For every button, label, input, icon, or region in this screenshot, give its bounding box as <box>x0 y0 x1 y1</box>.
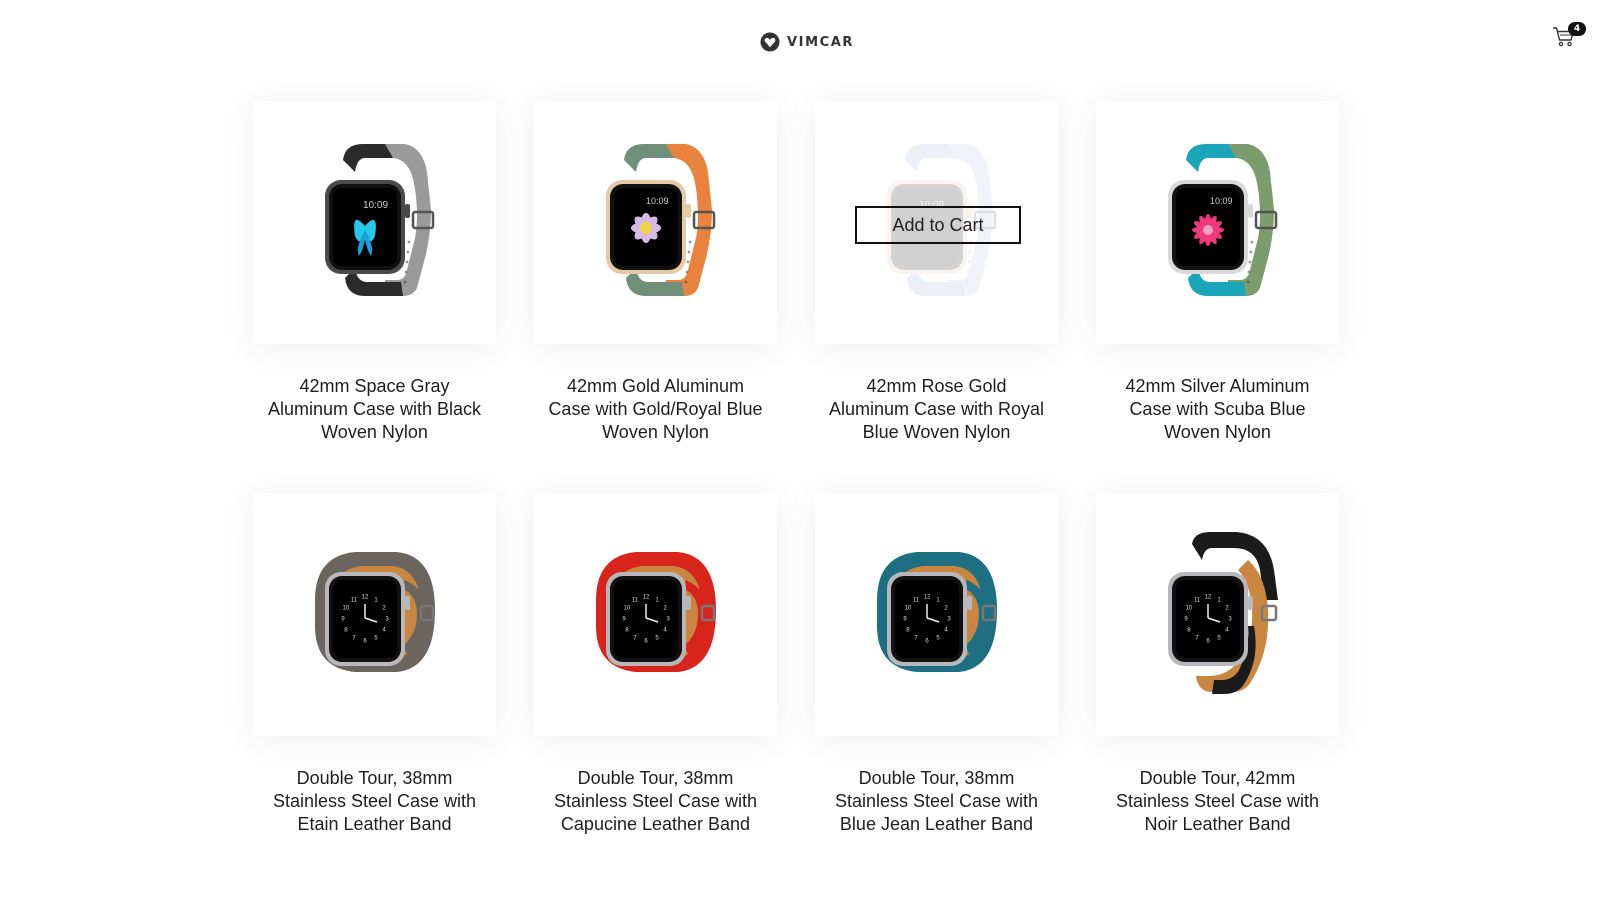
svg-text:11: 11 <box>350 597 357 603</box>
svg-text:10:09: 10:09 <box>1210 196 1233 206</box>
product-item[interactable]: 12 1 2 3 4 5 6 7 8 9 10 11 Double Tour, 38mm Stainl… <box>253 493 496 885</box>
product-name[interactable]: Double Tour, 38mm Stainless Steel Case w… <box>253 767 496 836</box>
svg-text:12: 12 <box>361 594 368 600</box>
svg-text:10: 10 <box>904 605 911 611</box>
product-grid: 10:09 42mm Space Gray Aluminum Case with… <box>253 101 1339 885</box>
product-item[interactable]: 10:09 42mm Space Gray Aluminum Case with… <box>253 101 496 493</box>
watch-image: 12 1234567891011 <box>876 551 997 672</box>
product-item[interactable]: 12 1 2 3 4 5 6 7 8 9 10 11 Double Tour, 38mm Stainl… <box>534 493 777 885</box>
product-name[interactable]: 42mm Space Gray Aluminum Case with Black… <box>253 375 496 444</box>
svg-text:12: 12 <box>1204 594 1211 600</box>
brand-logo[interactable]: VIMCAR <box>760 31 854 53</box>
product-item[interactable]: 10:09 42mm Gold Aluminum Case with Gold/… <box>534 101 777 493</box>
product-name[interactable]: Double Tour, 38mm Stainless Steel Case w… <box>815 767 1058 836</box>
product-item[interactable]: 12 1 2 3 4 5 6 7 8 9 10 11 Double Tour, 42mm Stainl… <box>1096 493 1339 885</box>
svg-text:11: 11 <box>1193 597 1200 603</box>
svg-text:12: 12 <box>923 594 930 600</box>
product-name[interactable]: Double Tour, 42mm Stainless Steel Case w… <box>1096 767 1339 836</box>
product-item[interactable]: 10:09 42mm Silver Aluminum Case with Scu… <box>1096 101 1339 493</box>
svg-text:12: 12 <box>642 594 649 600</box>
svg-text:10:09: 10:09 <box>363 200 388 211</box>
product-image-card[interactable]: 10:09 <box>534 101 777 344</box>
product-name[interactable]: Double Tour, 38mm Stainless Steel Case w… <box>534 767 777 836</box>
product-image-card[interactable]: 10:09 <box>1096 101 1339 344</box>
watch-image: 12 1234567891011 <box>1167 531 1278 694</box>
watch-image: 12 1234567891011 <box>314 551 435 672</box>
product-name[interactable]: 42mm Rose Gold Aluminum Case with Royal … <box>815 375 1058 444</box>
product-image-card[interactable]: 12 1 2 3 4 5 6 7 8 9 10 11 <box>815 493 1058 736</box>
header: VIMCAR 4 <box>0 0 1600 80</box>
svg-text:10: 10 <box>342 605 349 611</box>
product-image-card[interactable]: 10:09 Add to Cart <box>815 101 1058 344</box>
product-item[interactable]: 10:09 Add to Cart 42mm Rose Gold Aluminum… <box>815 101 1058 493</box>
product-name[interactable]: 42mm Silver Aluminum Case with Scuba Blu… <box>1096 375 1339 444</box>
add-to-cart-button[interactable]: Add to Cart <box>855 206 1021 244</box>
svg-text:10: 10 <box>623 605 630 611</box>
product-image-card[interactable]: 12 1 2 3 4 5 6 7 8 9 10 11 <box>1096 493 1339 736</box>
svg-text:10:09: 10:09 <box>646 196 669 206</box>
svg-text:11: 11 <box>912 597 919 603</box>
watch-image: 10:09 <box>1167 143 1277 296</box>
svg-text:11: 11 <box>631 597 638 603</box>
brand-name: VIMCAR <box>787 34 855 50</box>
cart-count-badge: 4 <box>1568 22 1586 36</box>
watch-image: 10:09 <box>324 143 434 296</box>
product-item[interactable]: 12 1 2 3 4 5 6 7 8 9 10 11 Double Tour, 38mm Stainl… <box>815 493 1058 885</box>
watch-image: 12 1234567891011 <box>595 551 716 672</box>
watch-image: 10:09 <box>605 143 715 296</box>
product-image-card[interactable]: 12 1 2 3 4 5 6 7 8 9 10 11 <box>534 493 777 736</box>
svg-text:10: 10 <box>1185 605 1192 611</box>
cart-button[interactable]: 4 <box>1552 22 1586 52</box>
vimcar-heart-logo-icon <box>760 32 780 52</box>
product-image-card[interactable]: 10:09 <box>253 101 496 344</box>
product-image-card[interactable]: 12 1 2 3 4 5 6 7 8 9 10 11 <box>253 493 496 736</box>
product-name[interactable]: 42mm Gold Aluminum Case with Gold/Royal … <box>534 375 777 444</box>
